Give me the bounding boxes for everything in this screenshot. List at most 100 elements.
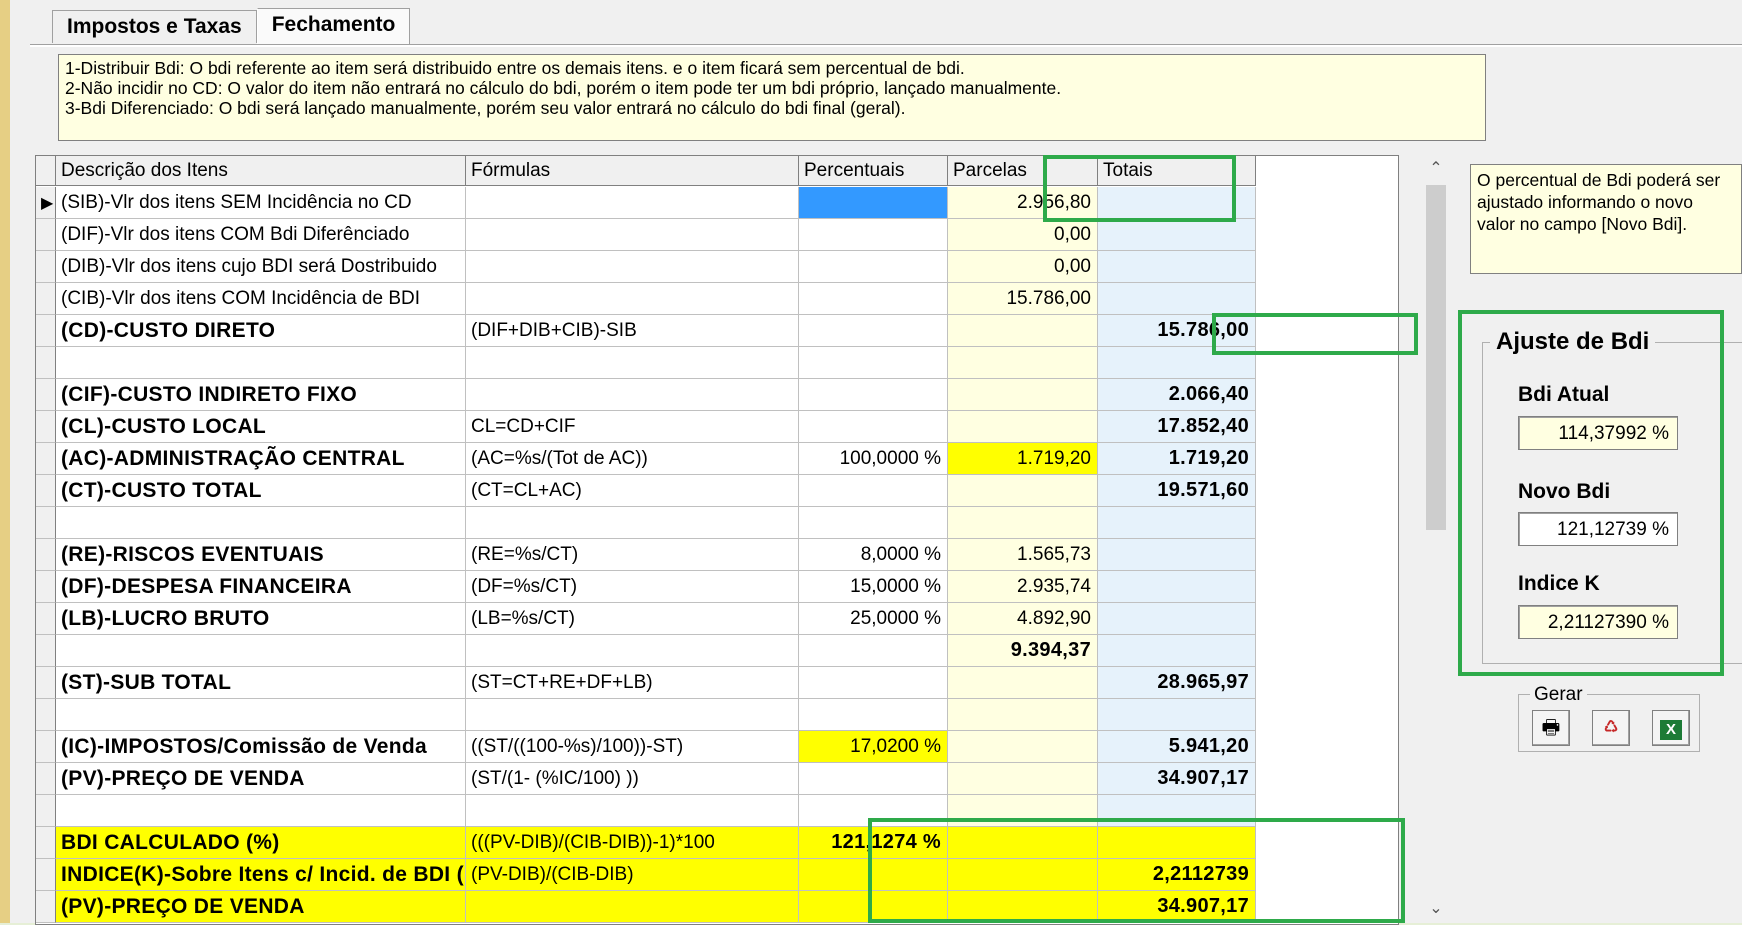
- cell-parcela[interactable]: [948, 347, 1098, 379]
- cell-descricao[interactable]: (PV)-PREÇO DE VENDA: [56, 891, 466, 923]
- cell-formula[interactable]: [466, 699, 799, 731]
- cell-total[interactable]: [1098, 699, 1256, 731]
- cell-total[interactable]: [1098, 251, 1256, 283]
- excel-button[interactable]: X: [1652, 710, 1690, 746]
- row-indicator[interactable]: [36, 699, 56, 731]
- row-indicator[interactable]: [36, 315, 56, 347]
- scroll-thumb[interactable]: [1426, 185, 1446, 530]
- cell-formula[interactable]: (((PV-DIB)/(CIB-DIB))-1)*100: [466, 827, 799, 859]
- table-row[interactable]: (RE)-RISCOS EVENTUAIS (RE=%s/CT) 8,0000 % 1…: [36, 539, 1398, 571]
- cell-parcela[interactable]: [948, 411, 1098, 443]
- cell-formula[interactable]: [466, 219, 799, 251]
- row-indicator[interactable]: [36, 539, 56, 571]
- scroll-up-icon[interactable]: ⌃: [1422, 155, 1450, 183]
- cell-formula[interactable]: (ST=CT+RE+DF+LB): [466, 667, 799, 699]
- table-row[interactable]: (CT)-CUSTO TOTAL (CT=CL+AC) 19.571,60: [36, 475, 1398, 507]
- cell-percentual[interactable]: [799, 283, 948, 315]
- cell-descricao[interactable]: [56, 795, 466, 827]
- cell-descricao[interactable]: [56, 347, 466, 379]
- cell-formula[interactable]: [466, 635, 799, 667]
- cell-parcela[interactable]: 0,00: [948, 251, 1098, 283]
- cell-formula[interactable]: (ST/(1- (%IC/100) )): [466, 763, 799, 795]
- cell-total[interactable]: 1.719,20: [1098, 443, 1256, 475]
- cell-formula[interactable]: [466, 891, 799, 923]
- row-indicator[interactable]: [36, 475, 56, 507]
- print-button[interactable]: 🖶: [1532, 710, 1570, 746]
- scroll-down-icon[interactable]: ⌄: [1422, 895, 1450, 923]
- cell-descricao[interactable]: (DIF)-Vlr dos itens COM Bdi Diferênciado: [56, 219, 466, 251]
- cell-descricao[interactable]: (ST)-SUB TOTAL: [56, 667, 466, 699]
- cell-formula[interactable]: ((ST/((100-%s)/100))-ST): [466, 731, 799, 763]
- cell-parcela[interactable]: [948, 475, 1098, 507]
- row-indicator[interactable]: [36, 795, 56, 827]
- column-header-descricao[interactable]: Descrição dos Itens: [56, 156, 466, 186]
- cell-total[interactable]: 5.941,20: [1098, 731, 1256, 763]
- cell-descricao[interactable]: (SIB)-Vlr dos itens SEM Incidência no CD: [56, 187, 466, 219]
- cell-total[interactable]: [1098, 571, 1256, 603]
- row-indicator[interactable]: [36, 571, 56, 603]
- cell-descricao[interactable]: (CL)-CUSTO LOCAL: [56, 411, 466, 443]
- cell-total[interactable]: [1098, 219, 1256, 251]
- cell-percentual[interactable]: [799, 379, 948, 411]
- cell-total[interactable]: [1098, 507, 1256, 539]
- cell-parcela[interactable]: [948, 763, 1098, 795]
- cell-total[interactable]: 28.965,97: [1098, 667, 1256, 699]
- cell-descricao[interactable]: [56, 699, 466, 731]
- cell-descricao[interactable]: (CIB)-Vlr dos itens COM Incidência de BD…: [56, 283, 466, 315]
- cell-descricao[interactable]: (LB)-LUCRO BRUTO: [56, 603, 466, 635]
- cell-parcela[interactable]: 1.719,20: [948, 443, 1098, 475]
- cell-percentual[interactable]: 17,0200 %: [799, 731, 948, 763]
- cell-formula[interactable]: (LB=%s/CT): [466, 603, 799, 635]
- cell-descricao[interactable]: (RE)-RISCOS EVENTUAIS: [56, 539, 466, 571]
- cell-descricao[interactable]: (CIF)-CUSTO INDIRETO FIXO: [56, 379, 466, 411]
- cell-formula[interactable]: [466, 187, 799, 219]
- cell-formula[interactable]: [466, 795, 799, 827]
- calculation-grid[interactable]: Descrição dos Itens Fórmulas Percentuais…: [35, 155, 1399, 925]
- row-indicator[interactable]: [36, 251, 56, 283]
- cell-descricao[interactable]: (CT)-CUSTO TOTAL: [56, 475, 466, 507]
- cell-total[interactable]: 17.852,40: [1098, 411, 1256, 443]
- row-indicator[interactable]: [36, 219, 56, 251]
- cell-percentual[interactable]: 15,0000 %: [799, 571, 948, 603]
- table-row[interactable]: (DIB)-Vlr dos itens cujo BDI será Dostri…: [36, 251, 1398, 283]
- cell-percentual[interactable]: [799, 347, 948, 379]
- cell-descricao[interactable]: (DF)-DESPESA FINANCEIRA: [56, 571, 466, 603]
- cell-parcela[interactable]: [948, 315, 1098, 347]
- cell-descricao[interactable]: INDICE(K)-Sobre Itens c/ Incid. de BDI (: [56, 859, 466, 891]
- cell-parcela[interactable]: 2.935,74: [948, 571, 1098, 603]
- cell-percentual[interactable]: 100,0000 %: [799, 443, 948, 475]
- cell-formula[interactable]: [466, 251, 799, 283]
- cell-formula[interactable]: [466, 507, 799, 539]
- table-row[interactable]: [36, 699, 1398, 731]
- row-indicator[interactable]: [36, 379, 56, 411]
- cell-total[interactable]: [1098, 283, 1256, 315]
- row-indicator[interactable]: [36, 731, 56, 763]
- row-indicator[interactable]: [36, 443, 56, 475]
- cell-parcela[interactable]: [948, 379, 1098, 411]
- row-indicator[interactable]: [36, 827, 56, 859]
- cell-descricao[interactable]: (AC)-ADMINISTRAÇÃO CENTRAL: [56, 443, 466, 475]
- tab-fechamento[interactable]: Fechamento: [256, 8, 411, 45]
- cell-total[interactable]: 19.571,60: [1098, 475, 1256, 507]
- cell-percentual[interactable]: [799, 411, 948, 443]
- row-indicator[interactable]: [36, 411, 56, 443]
- cell-percentual[interactable]: [799, 507, 948, 539]
- cell-percentual[interactable]: [799, 635, 948, 667]
- cell-formula[interactable]: (PV-DIB)/(CIB-DIB): [466, 859, 799, 891]
- cell-formula[interactable]: (AC=%s/(Tot de AC)): [466, 443, 799, 475]
- row-indicator[interactable]: [36, 635, 56, 667]
- table-row[interactable]: (CIB)-Vlr dos itens COM Incidência de BD…: [36, 283, 1398, 315]
- table-row[interactable]: (ST)-SUB TOTAL (ST=CT+RE+DF+LB) 28.965,97: [36, 667, 1398, 699]
- table-row[interactable]: (CIF)-CUSTO INDIRETO FIXO 2.066,40: [36, 379, 1398, 411]
- cell-parcela[interactable]: 4.892,90: [948, 603, 1098, 635]
- table-row[interactable]: (AC)-ADMINISTRAÇÃO CENTRAL (AC=%s/(Tot de…: [36, 443, 1398, 475]
- row-indicator[interactable]: [36, 859, 56, 891]
- cell-percentual[interactable]: [799, 187, 948, 219]
- cell-parcela[interactable]: [948, 731, 1098, 763]
- row-indicator[interactable]: [36, 507, 56, 539]
- cell-parcela[interactable]: [948, 507, 1098, 539]
- cell-formula[interactable]: (CT=CL+AC): [466, 475, 799, 507]
- row-indicator[interactable]: [36, 667, 56, 699]
- cell-parcela[interactable]: 15.786,00: [948, 283, 1098, 315]
- cell-descricao[interactable]: [56, 507, 466, 539]
